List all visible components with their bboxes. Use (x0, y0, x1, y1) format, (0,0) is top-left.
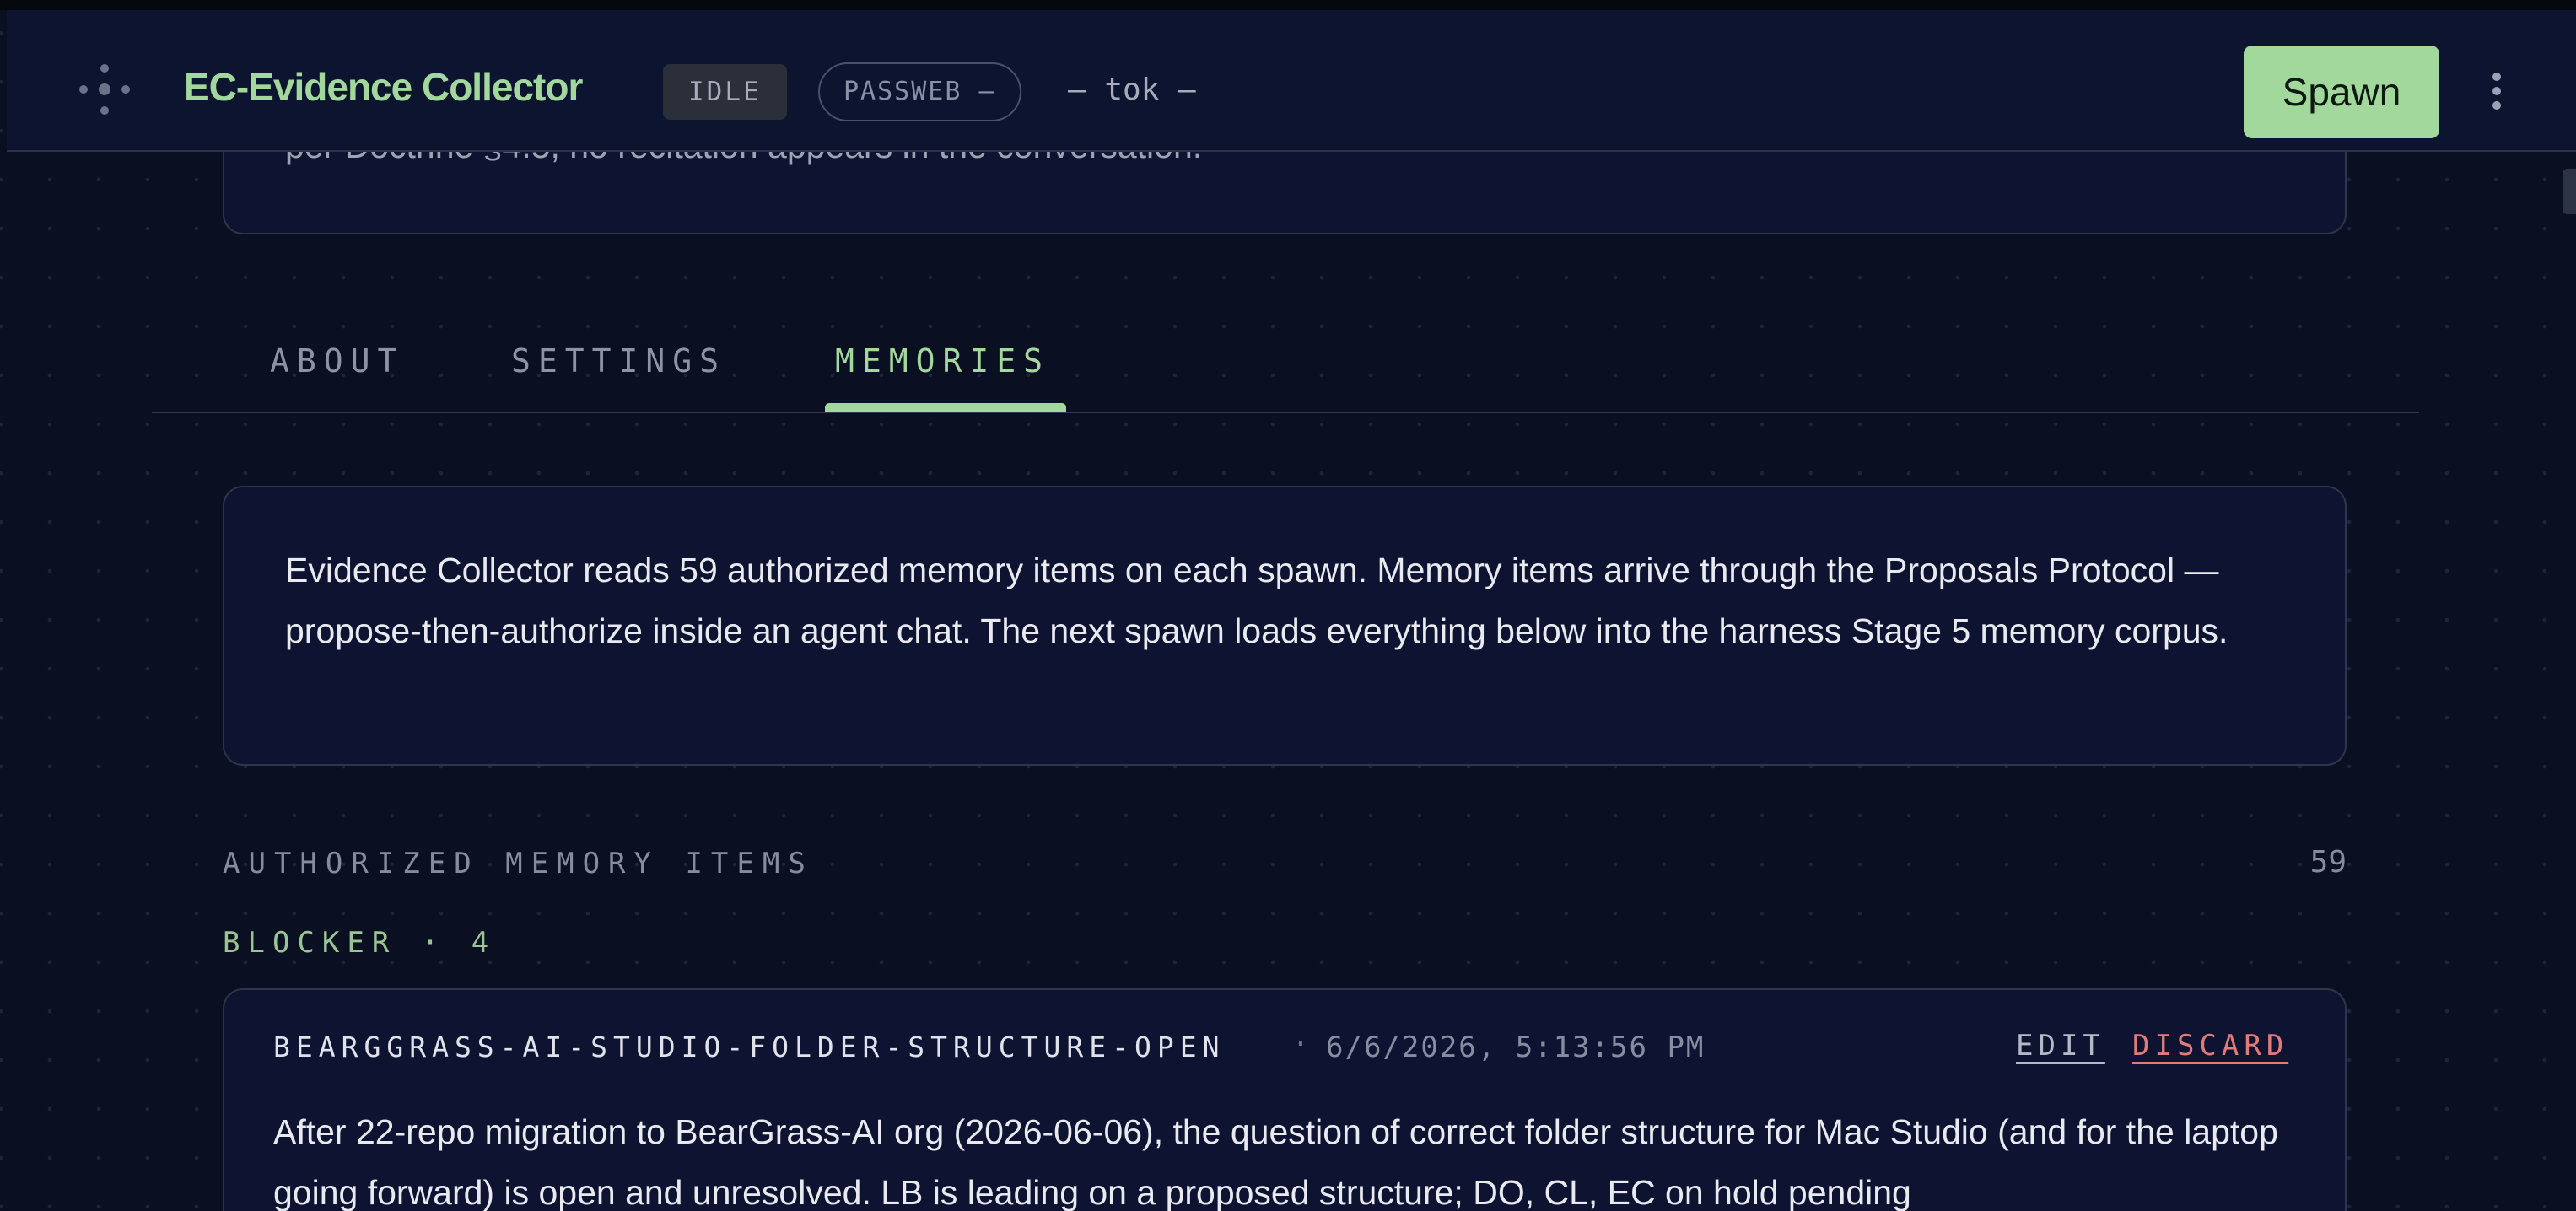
tab-memories[interactable]: MEMORIES (835, 342, 1050, 379)
memory-section-title: AUTHORIZED MEMORY ITEMS (223, 847, 814, 880)
agent-title: EC-Evidence Collector (184, 65, 583, 109)
memory-item-body: After 22-repo migration to BearGrass-AI … (273, 1112, 2278, 1211)
discard-memory-link[interactable]: DISCARD (2132, 1029, 2288, 1063)
scrollbar-thumb[interactable] (2563, 169, 2576, 214)
memories-info-text: Evidence Collector reads 59 authorized m… (285, 551, 2228, 650)
active-tab-indicator (825, 403, 1066, 412)
spawn-button[interactable]: Spawn (2244, 46, 2439, 138)
window-top-strip (0, 0, 2576, 10)
memory-group-label: BLOCKER · 4 (223, 926, 497, 960)
memory-section-count: 59 (2309, 845, 2347, 880)
tab-settings[interactable]: SETTINGS (511, 342, 726, 379)
memories-info-card: Evidence Collector reads 59 authorized m… (223, 486, 2347, 766)
app-logo-icon (76, 61, 133, 118)
app-header: EC-Evidence Collector IDLE PASSWEB — — t… (7, 10, 2576, 152)
passweb-badge[interactable]: PASSWEB — (818, 62, 1021, 121)
more-options-icon[interactable] (2487, 73, 2507, 115)
status-badge: IDLE (663, 64, 787, 120)
tab-bar: ABOUT SETTINGS MEMORIES (152, 331, 2419, 413)
memory-item-card: BEARGGRASS-AI-STUDIO-FOLDER-STRUCTURE-OP… (223, 988, 2347, 1211)
memory-item-key: BEARGGRASS-AI-STUDIO-FOLDER-STRUCTURE-OP… (273, 1031, 1226, 1063)
memory-item-timestamp: 6/6/2026, 5:13:56 PM (1326, 1031, 1706, 1064)
edit-memory-link[interactable]: EDIT (2016, 1029, 2105, 1063)
token-readout: — tok — (1068, 73, 1196, 107)
tab-about[interactable]: ABOUT (270, 342, 404, 379)
memory-item-separator: · (1292, 1027, 1309, 1060)
